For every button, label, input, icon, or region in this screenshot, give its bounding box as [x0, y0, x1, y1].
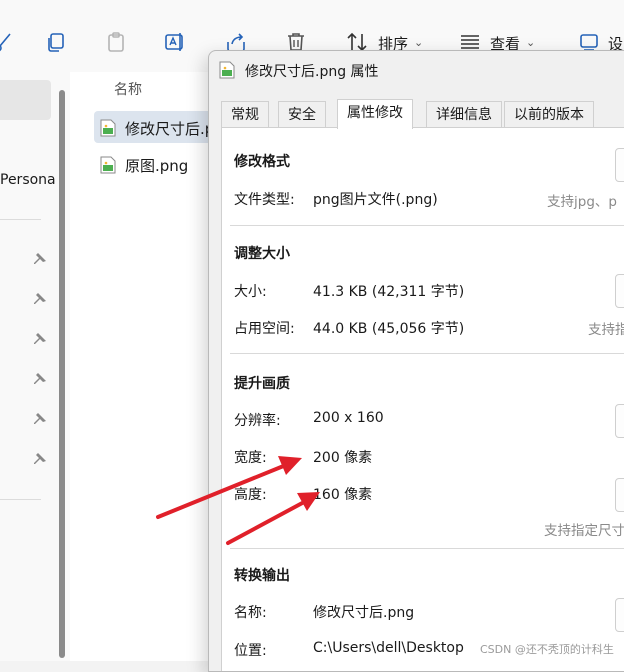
file-type-label: 文件类型: [234, 192, 295, 208]
nav-scrollbar[interactable] [59, 90, 65, 658]
section-title-output: 转换输出 [234, 568, 290, 584]
quality-action-button[interactable] [615, 404, 624, 438]
quality-hint: 支持指定尺寸 [544, 523, 624, 539]
height-label: 高度: [234, 487, 267, 503]
section-title-format: 修改格式 [234, 154, 290, 170]
format-action-button[interactable] [615, 148, 624, 182]
section-divider [230, 225, 624, 226]
copy-icon[interactable] [44, 30, 68, 54]
location-label: 位置: [234, 643, 267, 659]
file-list: 名称 修改尺寸后.p 原图.png [70, 72, 234, 661]
cut-icon[interactable] [0, 30, 16, 54]
pin-icon[interactable] [33, 372, 47, 386]
watermark: CSDN @还不秃顶的计科生 [480, 643, 614, 656]
width-label: 宽度: [234, 450, 267, 466]
pin-icon[interactable] [33, 452, 47, 466]
nav-divider [0, 219, 41, 220]
output-name-value: 修改尺寸后.png [313, 605, 415, 621]
resolution-value: 200 x 160 [313, 410, 384, 426]
tab-general[interactable]: 常规 [221, 101, 269, 128]
paste-icon[interactable] [104, 30, 128, 54]
width-value: 200 像素 [313, 450, 373, 466]
pin-icon[interactable] [33, 332, 47, 346]
tab-security[interactable]: 安全 [278, 101, 326, 128]
size-label: 大小: [234, 284, 267, 300]
output-action-button[interactable] [615, 598, 624, 632]
image-file-icon [219, 61, 235, 79]
section-divider [230, 548, 624, 549]
chevron-down-icon: ⌄ [526, 36, 536, 49]
file-name: 原图.png [125, 157, 189, 175]
pin-icon[interactable] [33, 252, 47, 266]
file-type-value: png图片文件(.png) [313, 192, 438, 208]
location-value: C:\Users\dell\Desktop [313, 640, 464, 656]
resize-hint: 支持指 [588, 322, 624, 338]
chevron-down-icon: ⌄ [414, 36, 424, 49]
file-name: 修改尺寸后.p [125, 120, 215, 138]
nav-selected-item[interactable] [0, 80, 51, 120]
image-file-icon [100, 156, 116, 174]
section-divider [230, 353, 624, 354]
height-value: 160 像素 [313, 487, 373, 503]
disk-size-label: 占用空间: [234, 321, 295, 337]
dialog-titlebar[interactable]: 修改尺寸后.png 属性 [209, 51, 624, 89]
section-title-resize: 调整大小 [234, 246, 290, 262]
output-name-label: 名称: [234, 605, 267, 621]
size-value: 41.3 KB (42,311 字节) [313, 284, 465, 300]
tab-previous-versions[interactable]: 以前的版本 [504, 101, 594, 128]
dialog-title: 修改尺寸后.png 属性 [245, 64, 379, 80]
tab-details[interactable]: 详细信息 [426, 101, 502, 128]
section-title-quality: 提升画质 [234, 376, 290, 392]
image-file-icon [100, 119, 116, 137]
column-header-name[interactable]: 名称 [114, 79, 142, 99]
resize-action-button[interactable] [615, 274, 624, 308]
properties-dialog: 修改尺寸后.png 属性 常规 安全 属性修改 详细信息 以前的版本 修改格式 … [208, 50, 624, 672]
nav-item-personal[interactable]: Persona [0, 172, 56, 188]
disk-size-value: 44.0 KB (45,056 字节) [313, 321, 465, 337]
navigation-pane: Persona [0, 72, 70, 661]
pin-icon[interactable] [33, 292, 47, 306]
pin-icon[interactable] [33, 412, 47, 426]
format-hint: 支持jpg、p [547, 194, 617, 210]
nav-divider [0, 499, 41, 500]
resolution-label: 分辨率: [234, 413, 281, 429]
dimension-action-button[interactable] [615, 478, 624, 512]
tab-property-edit[interactable]: 属性修改 [337, 99, 413, 129]
rename-icon[interactable] [163, 30, 187, 54]
tab-panel: 修改格式 文件类型: png图片文件(.png) 支持jpg、p 调整大小 大小… [221, 127, 624, 671]
